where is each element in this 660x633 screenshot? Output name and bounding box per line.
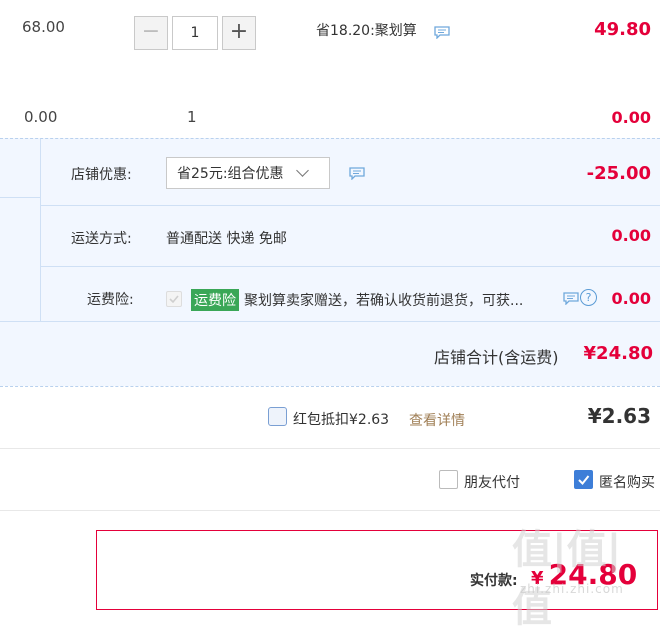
watermark-logo: 值|值|值 bbox=[512, 527, 622, 631]
redpacket-details-link[interactable]: 查看详情 bbox=[409, 410, 465, 430]
gift-unit-price: 0.00 bbox=[24, 108, 58, 126]
shop-discount-select[interactable]: 省25元:组合优惠 bbox=[166, 157, 330, 189]
divider bbox=[40, 139, 41, 322]
quantity-input-wrap bbox=[172, 16, 218, 50]
anonymous-label: 匿名购买 bbox=[599, 475, 655, 491]
divider bbox=[0, 510, 660, 511]
quantity-stepper: − + bbox=[134, 16, 256, 50]
shipping-value: 普通配送 快递 免邮 bbox=[166, 231, 287, 247]
gift-subtotal: 0.00 bbox=[611, 108, 651, 127]
help-icon-glyph: ? bbox=[585, 291, 592, 304]
insurance-badge: 运费险 bbox=[191, 289, 239, 311]
item-promo-text: 省18.20:聚划算 bbox=[316, 23, 417, 39]
redpacket-checkbox[interactable] bbox=[268, 407, 287, 426]
shipping-label: 运送方式: bbox=[71, 231, 132, 247]
shipping-amount: 0.00 bbox=[611, 226, 651, 245]
watermark-site: zhi.zhi.zhi.com bbox=[520, 582, 624, 596]
friend-pay-label: 朋友代付 bbox=[464, 475, 520, 491]
insurance-checkbox[interactable] bbox=[166, 291, 182, 307]
shop-discount-amount: -25.00 bbox=[586, 163, 651, 184]
minus-icon: − bbox=[141, 19, 161, 44]
shop-discount-label: 店铺优惠: bbox=[71, 167, 132, 183]
divider bbox=[0, 386, 660, 387]
increase-quantity-button[interactable]: + bbox=[222, 16, 256, 50]
gift-quantity: 1 bbox=[187, 108, 197, 126]
chat-icon[interactable] bbox=[434, 26, 450, 39]
shop-total-label: 店铺合计(含运费) bbox=[434, 348, 559, 367]
friend-pay-checkbox[interactable] bbox=[439, 470, 458, 489]
shop-total-amount: ¥24.80 bbox=[583, 343, 653, 364]
checkmark-icon bbox=[578, 475, 590, 485]
divider bbox=[0, 448, 660, 449]
checkmark-icon bbox=[169, 295, 179, 304]
item-subtotal: 49.80 bbox=[594, 19, 651, 40]
insurance-amount: 0.00 bbox=[611, 289, 651, 308]
divider bbox=[0, 138, 660, 139]
chevron-down-icon bbox=[295, 164, 309, 177]
shop-discount-selected: 省25元:组合优惠 bbox=[177, 166, 284, 182]
redpacket-amount: ¥2.63 bbox=[587, 404, 651, 428]
plus-icon: + bbox=[229, 19, 249, 44]
insurance-label: 运费险: bbox=[87, 292, 134, 308]
divider bbox=[40, 205, 660, 206]
anonymous-checkbox[interactable] bbox=[574, 470, 593, 489]
divider bbox=[40, 266, 660, 267]
chat-icon[interactable] bbox=[349, 167, 365, 180]
quantity-input[interactable] bbox=[173, 17, 217, 49]
help-icon[interactable]: ? bbox=[580, 289, 597, 306]
insurance-description: 聚划算卖家赠送，若确认收货前退货，可获... bbox=[244, 293, 524, 309]
payment-label: 实付款: bbox=[470, 573, 518, 589]
redpacket-label: 红包抵扣¥2.63 bbox=[293, 412, 390, 428]
chat-icon[interactable] bbox=[563, 292, 579, 305]
decrease-quantity-button[interactable]: − bbox=[134, 16, 168, 50]
item-unit-price: 68.00 bbox=[22, 18, 65, 36]
divider bbox=[0, 321, 660, 322]
divider bbox=[0, 197, 40, 198]
